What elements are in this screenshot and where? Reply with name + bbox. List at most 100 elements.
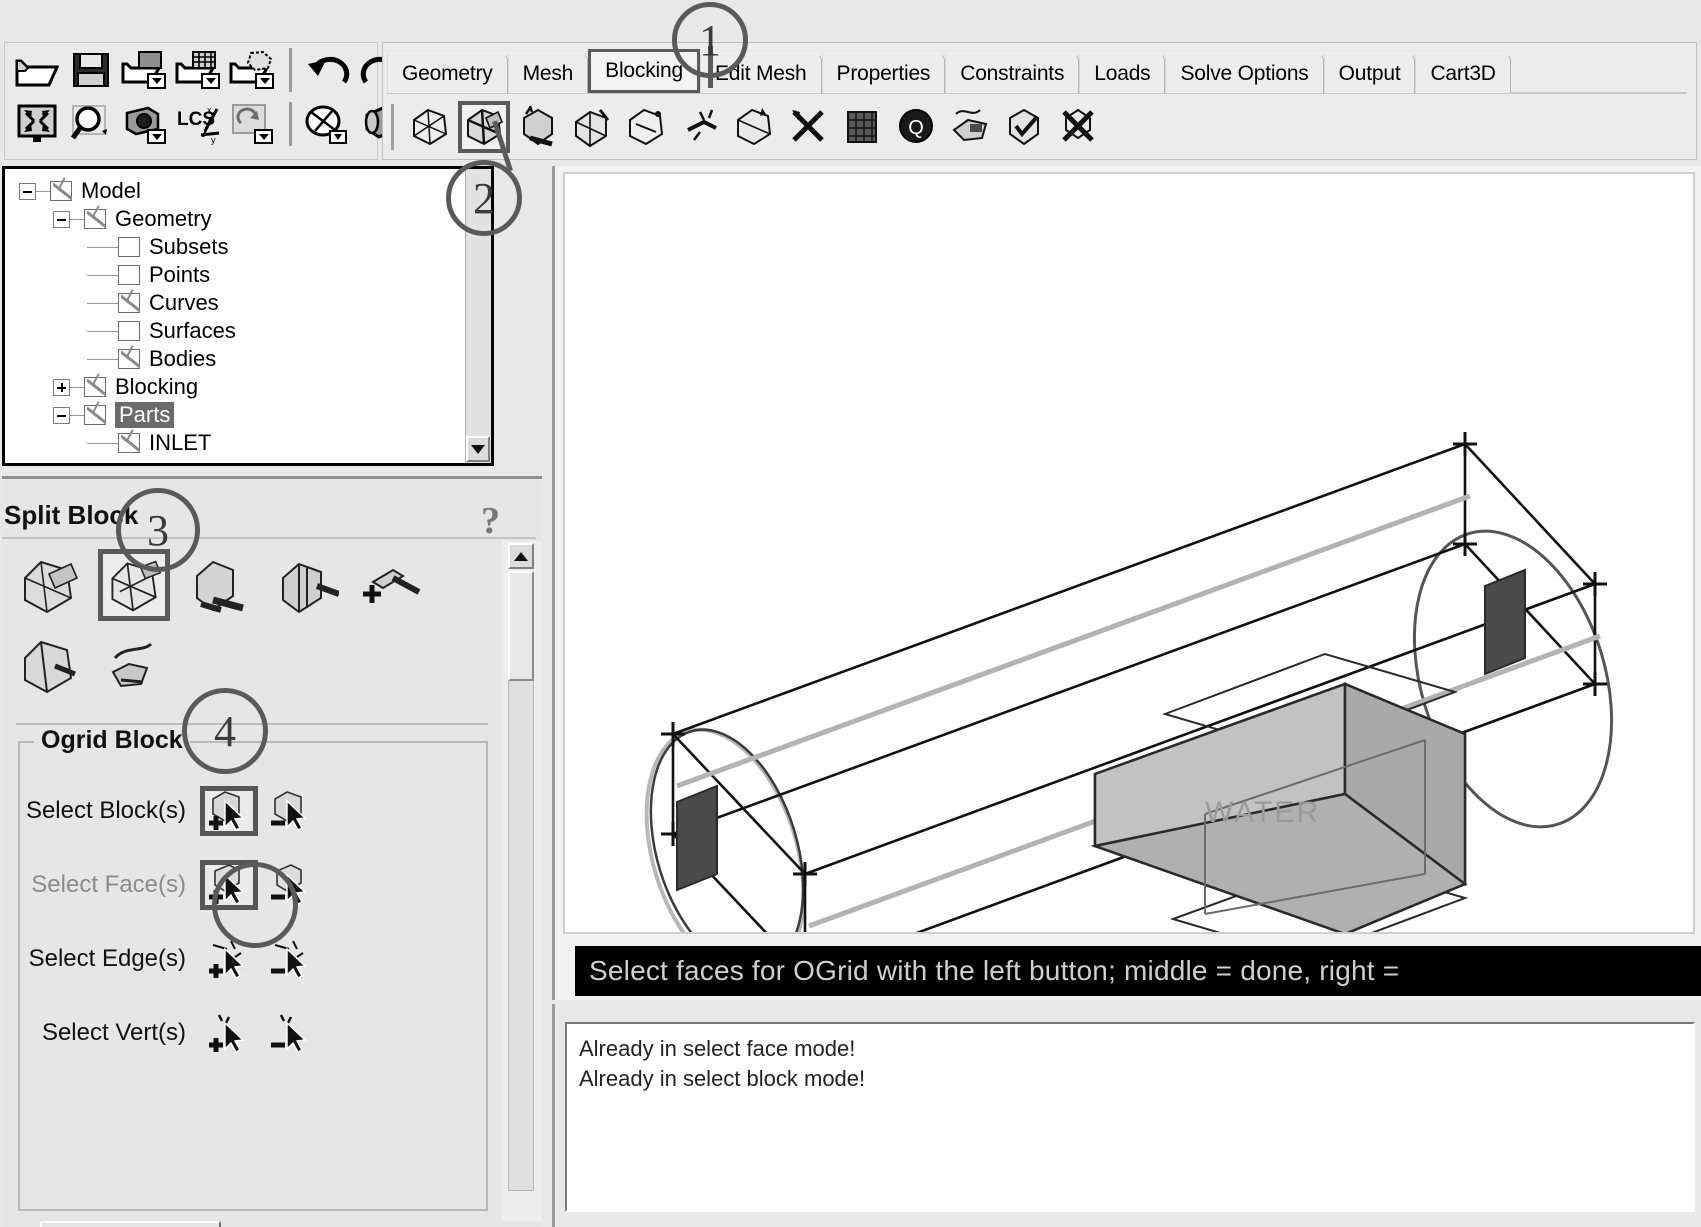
tree-connector	[87, 443, 118, 444]
transform-blocks-icon[interactable]	[728, 101, 780, 153]
tree-connector	[87, 275, 118, 276]
tab-solve-options[interactable]: Solve Options	[1165, 53, 1323, 93]
tree-collapse-icon[interactable]	[53, 211, 70, 228]
panel-scroll-up-button[interactable]	[508, 543, 534, 569]
tree-expand-icon[interactable]	[53, 379, 70, 396]
edit-edge-icon[interactable]	[782, 101, 834, 153]
clear-selected-button[interactable]: Clear Selected	[40, 1221, 221, 1227]
select-vert-remove-icon[interactable]	[262, 1008, 320, 1058]
tab-label: Output	[1339, 62, 1401, 86]
tree-item-bodies[interactable]: Bodies	[19, 345, 491, 373]
tab-mesh[interactable]: Mesh	[508, 53, 589, 93]
toolbar-separator-2	[289, 102, 292, 146]
tree-checkbox[interactable]	[118, 433, 140, 453]
tree-scroll-down-button[interactable]	[466, 436, 490, 462]
ogrid-block-row: Select Block(s)	[20, 785, 490, 837]
tree-checkbox[interactable]	[118, 265, 140, 285]
select-vert-add-icon[interactable]	[200, 1008, 258, 1058]
panel-scroll-thumb[interactable]	[508, 571, 534, 681]
select-block-add-icon[interactable]	[200, 786, 258, 836]
create-block-icon[interactable]	[404, 101, 456, 153]
model-tree[interactable]: ModelGeometrySubsetsPointsCurvesSurfaces…	[5, 169, 491, 463]
tab-properties[interactable]: Properties	[822, 53, 946, 93]
message-log-area: Already in select face mode!Already in s…	[552, 1004, 1701, 1227]
tree-item-model[interactable]: Model	[19, 177, 491, 205]
tree-item-parts[interactable]: Parts	[19, 401, 491, 429]
blocking-toolbar-separator	[391, 104, 394, 150]
refresh-view-icon[interactable]	[229, 101, 277, 147]
tab-label: Blocking	[605, 59, 683, 83]
tree-item-surfaces[interactable]: Surfaces	[19, 317, 491, 345]
undo-icon[interactable]	[304, 47, 352, 93]
tree-item-label: Geometry	[115, 206, 212, 232]
help-icon[interactable]: ?	[481, 499, 500, 543]
tree-checkbox[interactable]	[118, 237, 140, 257]
delete-block-icon[interactable]	[1052, 101, 1104, 153]
check-blocks-icon[interactable]	[998, 101, 1050, 153]
save-blocking-icon[interactable]	[229, 47, 277, 93]
pre-mesh-quality-icon[interactable]: Q	[890, 101, 942, 153]
split-edge-mode-icon[interactable]	[12, 629, 84, 701]
save-geometry-icon[interactable]	[121, 47, 169, 93]
tree-item-label: Blocking	[115, 374, 198, 400]
view-cylinder-icon[interactable]	[304, 101, 352, 147]
callout-4-pointer	[212, 862, 298, 948]
fit-window-icon[interactable]	[13, 101, 61, 147]
tree-item-geometry[interactable]: Geometry	[19, 205, 491, 233]
file-toolbar-row	[13, 47, 406, 93]
save-mesh-icon[interactable]	[175, 47, 223, 93]
tree-checkbox[interactable]	[50, 181, 72, 201]
tab-output[interactable]: Output	[1324, 53, 1416, 93]
split-vertices-mode-icon[interactable]	[270, 549, 342, 621]
model-tree-panel: ModelGeometrySubsetsPointsCurvesSurfaces…	[2, 166, 494, 466]
associate-icon[interactable]	[620, 101, 672, 153]
tree-item-label: Bodies	[149, 346, 216, 372]
svg-text:y: y	[211, 135, 216, 145]
zoom-box-icon[interactable]	[67, 101, 115, 147]
tree-item-inlet[interactable]: INLET	[19, 429, 491, 457]
message-log[interactable]: Already in select face mode!Already in s…	[565, 1022, 1695, 1212]
tree-item-points[interactable]: Points	[19, 261, 491, 289]
tree-collapse-icon[interactable]	[53, 407, 70, 424]
tree-checkbox[interactable]	[118, 349, 140, 369]
unstruct-split-mode-icon[interactable]	[98, 629, 170, 701]
tab-loads[interactable]: Loads	[1079, 53, 1165, 93]
tree-item-blocking[interactable]: Blocking	[19, 373, 491, 401]
edit-block-icon[interactable]	[566, 101, 618, 153]
top-toolbar-area: LCS x y	[0, 40, 1701, 162]
tree-connector	[87, 303, 118, 304]
camera-icon[interactable]	[121, 101, 169, 147]
save-icon[interactable]	[67, 47, 115, 93]
tab-panel: GeometryMeshBlockingEdit MeshPropertiesC…	[382, 42, 1697, 160]
tab-geometry[interactable]: Geometry	[387, 53, 508, 93]
split-free-face-mode-icon[interactable]	[184, 549, 256, 621]
svg-text:Q: Q	[908, 117, 924, 139]
tab-label: Solve Options	[1180, 62, 1308, 86]
tree-collapse-icon[interactable]	[19, 183, 36, 200]
chevron-up-icon	[514, 552, 528, 561]
move-vertex-icon[interactable]	[674, 101, 726, 153]
tree-item-subsets[interactable]: Subsets	[19, 233, 491, 261]
panel-scrollbar[interactable]	[502, 541, 542, 1221]
graphics-viewport[interactable]: WATER	[563, 172, 1695, 934]
pre-mesh-params-icon[interactable]	[836, 101, 888, 153]
tab-cart3d[interactable]: Cart3D	[1415, 53, 1510, 93]
tree-checkbox[interactable]	[84, 405, 106, 425]
tree-checkbox[interactable]	[84, 209, 106, 229]
open-file-icon[interactable]	[13, 47, 61, 93]
tree-item-curves[interactable]: Curves	[19, 289, 491, 317]
tree-checkbox[interactable]	[118, 293, 140, 313]
tab-constraints[interactable]: Constraints	[945, 53, 1079, 93]
tree-checkbox[interactable]	[84, 377, 106, 397]
tree-checkbox[interactable]	[118, 321, 140, 341]
extend-split-mode-icon[interactable]	[356, 549, 428, 621]
tree-connector	[36, 191, 50, 192]
cylinder-end-left-inner	[624, 711, 830, 934]
lcs-icon[interactable]: LCS x y	[175, 101, 223, 147]
ogrid-edge-label: Select Edge(s)	[20, 945, 200, 973]
scan-planes-icon[interactable]	[944, 101, 996, 153]
select-block-remove-icon[interactable]	[262, 786, 320, 836]
merge-vertices-icon[interactable]	[512, 101, 564, 153]
tab-label: Mesh	[523, 62, 574, 86]
split-block-mode-icon[interactable]	[12, 549, 84, 621]
